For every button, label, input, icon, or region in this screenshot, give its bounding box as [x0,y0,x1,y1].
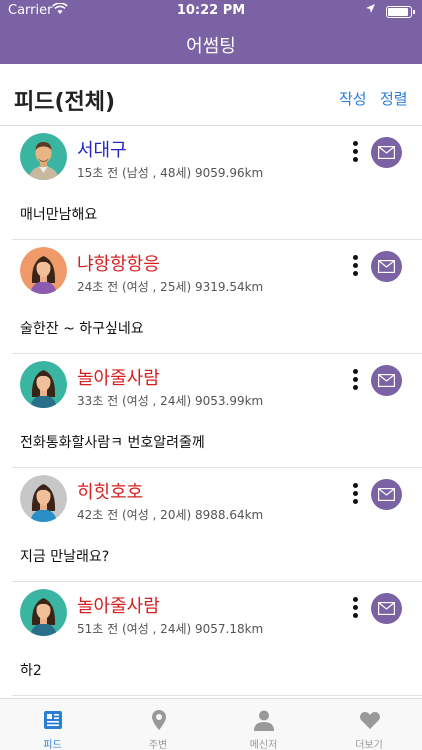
tab-label: 피드 [43,740,62,750]
feed-item[interactable]: 서대구 15초 전 (남성 , 48세) 9059.96km 매너만남해요 [0,126,422,240]
feed-item[interactable]: 놀아줄사람 51초 전 (여성 , 24세) 9057.18km 하2 [0,582,422,696]
feed-list[interactable]: 서대구 15초 전 (남성 , 48세) 9059.96km 매너만남해요냐항항항응… [0,126,422,698]
tab-feed[interactable]: 피드 [0,699,105,750]
divider [12,695,422,696]
post-meta: 51초 전 (여성 , 24세) 9057.18km [77,622,264,636]
user-name[interactable]: 히힛호호 [77,478,143,504]
post-message: 술한잔 ~ 하구싶네요 [20,321,144,337]
tab-label: 더보기 [355,740,383,750]
page-title: 피드(전체) [14,90,116,115]
tab-label: 메신저 [249,740,278,750]
message-button[interactable] [371,137,402,168]
feed-item[interactable]: 냐항항항응 24초 전 (여성 , 25세) 9319.54km 술한잔 ~ 하구싶… [0,240,422,354]
tab-person[interactable]: 메신저 [211,699,316,750]
tab-bar: 피드 주변 메신저 더보기 [0,698,422,750]
avatar[interactable] [20,247,67,294]
person-icon [252,708,276,732]
feed-icon [41,708,65,732]
message-button[interactable] [371,365,402,396]
battery-icon [386,6,415,18]
feed-header: 피드(전체) 작성 정렬 [0,64,422,126]
top-bar: Carrier 10:22 PM 어썸팅 [0,0,422,64]
post-meta: 42초 전 (여성 , 20세) 8988.64km [77,508,264,522]
post-message: 매너만남해요 [20,207,98,223]
user-name[interactable]: 놀아줄사람 [77,592,160,618]
location-pin-icon [147,708,171,732]
avatar[interactable] [20,361,67,408]
heart-icon [358,708,382,732]
avatar[interactable] [20,475,67,522]
message-button[interactable] [371,593,402,624]
avatar[interactable] [20,589,67,636]
post-message: 하2 [20,663,42,679]
status-time: 10:22 PM [176,3,246,18]
user-name[interactable]: 놀아줄사람 [77,364,160,390]
feed-item[interactable]: 놀아줄사람 33초 전 (여성 , 24세) 9053.99km 전화통화할사람ㅋ … [0,354,422,468]
battery-fill [388,8,408,16]
message-button[interactable] [371,251,402,282]
feed-item[interactable]: 히힛호호 42초 전 (여성 , 20세) 8988.64km 지금 만날래요? [0,468,422,582]
tab-label: 주변 [148,740,168,750]
post-message: 전화통화할사람ㅋ 번호알려줄께 [20,435,205,451]
post-meta: 33초 전 (여성 , 24세) 9053.99km [77,394,264,408]
sort-button[interactable]: 정렬 [380,88,408,109]
user-name[interactable]: 서대구 [77,136,127,162]
more-options-icon[interactable] [348,369,362,395]
user-name[interactable]: 냐항항항응 [77,250,160,276]
post-meta: 15초 전 (남성 , 48세) 9059.96km [77,166,264,180]
more-options-icon[interactable] [348,255,362,281]
nav-title: 어썸팅 [186,36,236,57]
post-message: 지금 만날래요? [20,549,110,565]
more-options-icon[interactable] [348,483,362,509]
location-arrow-icon [365,3,376,17]
more-options-icon[interactable] [348,597,362,623]
message-button[interactable] [371,479,402,510]
status-bar: Carrier 10:22 PM [0,0,422,22]
tab-location-pin[interactable]: 주변 [106,699,211,750]
avatar[interactable] [20,133,67,180]
post-meta: 24초 전 (여성 , 25세) 9319.54km [77,280,264,294]
write-button[interactable]: 작성 [339,88,367,109]
tab-heart[interactable]: 더보기 [317,699,422,750]
more-options-icon[interactable] [348,141,362,167]
